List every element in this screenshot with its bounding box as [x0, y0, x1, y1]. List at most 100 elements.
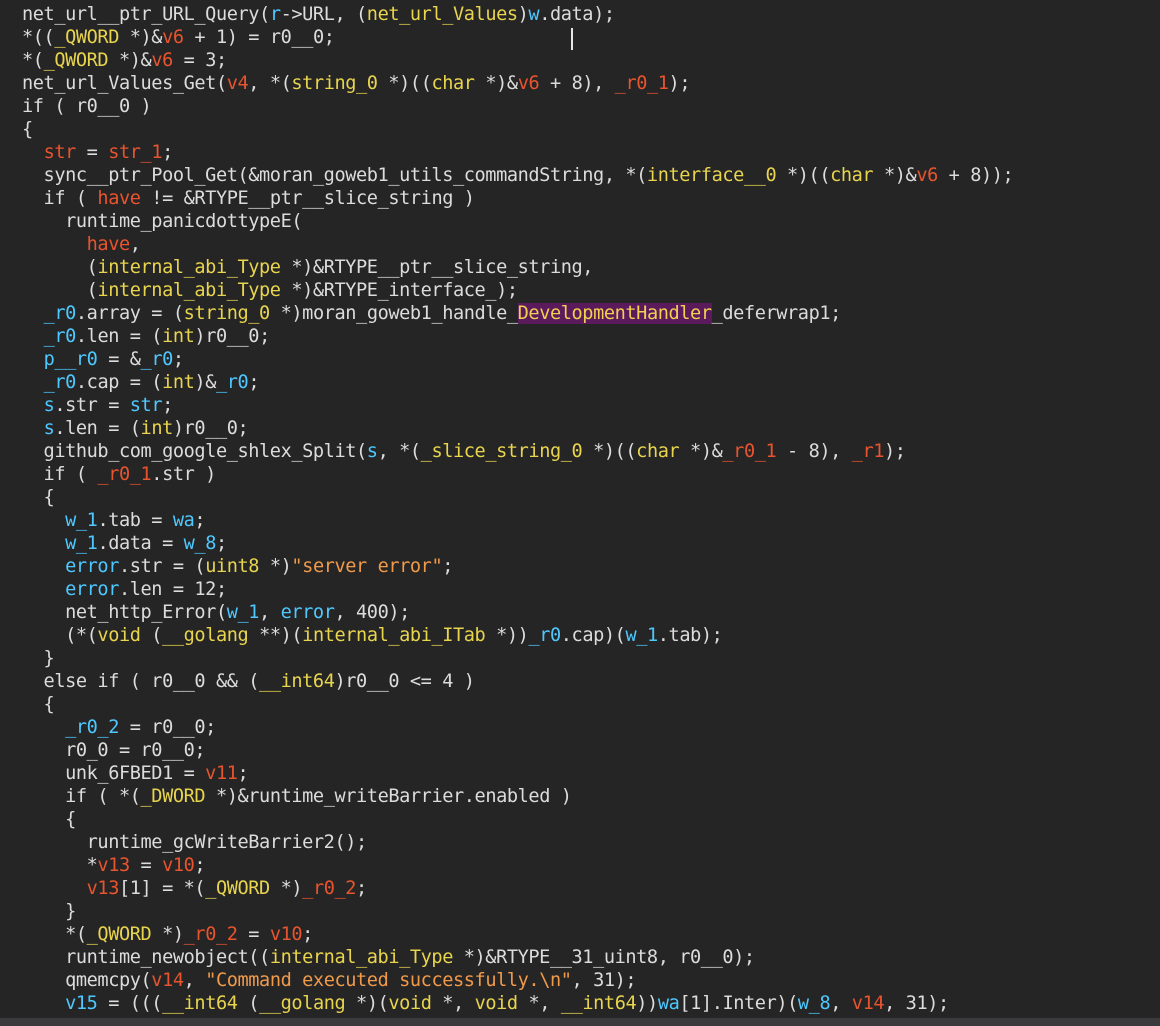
variable-token: error: [65, 579, 119, 600]
code-token: *,: [431, 993, 475, 1014]
code-token: )r0__0 <= 4 ): [334, 671, 475, 692]
argument-token: str_1: [108, 142, 163, 163]
variable-token: s: [366, 441, 378, 462]
pseudocode-editor[interactable]: net_url__ptr_URL_Query(r->URL, (net_url_…: [0, 0, 1160, 1026]
code-line[interactable]: *v13 = v10;: [0, 854, 1160, 877]
code-line[interactable]: _r0.cap = (int)&_r0;: [0, 371, 1160, 394]
code-token: (: [22, 257, 98, 278]
code-line[interactable]: *(_QWORD *)_r0_2 = v10;: [0, 923, 1160, 946]
code-line[interactable]: v15 = (((__int64 (__golang *)(void *, vo…: [0, 992, 1160, 1015]
code-line[interactable]: *(_QWORD *)&v6 = 3;: [0, 49, 1160, 72]
code-line[interactable]: }: [0, 647, 1160, 670]
code-line[interactable]: if ( r0__0 ): [0, 95, 1160, 118]
code-token: [1].Inter)(: [679, 993, 798, 1014]
code-line[interactable]: {: [0, 693, 1160, 716]
code-token: + 8));: [937, 165, 1014, 186]
code-line[interactable]: net_http_Error(w_1, error, 400);: [0, 601, 1160, 624]
code-line[interactable]: error.len = 12;: [0, 578, 1160, 601]
code-token: *)): [485, 625, 529, 646]
code-line[interactable]: net_url__ptr_URL_Query(r->URL, (net_url_…: [0, 3, 1160, 26]
code-token: .tab =: [97, 510, 173, 531]
code-line[interactable]: w_1.tab = wa;: [0, 509, 1160, 532]
code-token: *(: [22, 924, 87, 945]
code-line[interactable]: unk_6FBED1 = v11;: [0, 762, 1160, 785]
code-token: .str ): [151, 464, 216, 485]
code-line[interactable]: *((_QWORD *)&v6 + 1) = r0__0;: [0, 26, 1160, 49]
code-line[interactable]: p__r0 = &_r0;: [0, 348, 1160, 371]
code-token: =: [129, 855, 163, 876]
code-line[interactable]: qmemcpy(v14, "Command executed successfu…: [0, 969, 1160, 992]
code-line[interactable]: runtime_newobject((internal_abi_Type *)&…: [0, 946, 1160, 969]
horizontal-scrollbar[interactable]: [0, 1018, 1160, 1026]
code-token: {: [22, 694, 55, 715]
code-line[interactable]: if ( have != &RTYPE__ptr__slice_string ): [0, 187, 1160, 210]
type-token: _slice_string_0: [420, 441, 583, 462]
code-token: runtime_gcWriteBarrier2();: [22, 832, 368, 853]
variable-token: w_1: [625, 625, 658, 646]
code-line[interactable]: {: [0, 118, 1160, 141]
code-line[interactable]: {: [0, 486, 1160, 509]
code-token: *): [151, 924, 184, 945]
code-token: *)&: [679, 441, 723, 462]
code-line[interactable]: s.len = (int)r0__0;: [0, 417, 1160, 440]
argument-token: v4: [226, 73, 249, 94]
code-token: *)&: [108, 50, 152, 71]
code-token: ,: [129, 234, 141, 255]
variable-token: s: [43, 418, 55, 439]
variable-token: wa: [657, 993, 680, 1014]
code-line[interactable]: str = str_1;: [0, 141, 1160, 164]
type-token: __int64: [162, 993, 238, 1014]
code-line[interactable]: else if ( r0__0 && (__int64)r0__0 <= 4 ): [0, 670, 1160, 693]
type-token: string_0: [291, 73, 378, 94]
variable-token: _r0: [43, 372, 77, 393]
code-area[interactable]: net_url__ptr_URL_Query(r->URL, (net_url_…: [0, 3, 1160, 1015]
code-line[interactable]: error.str = (uint8 *)"server error";: [0, 555, 1160, 578]
argument-token: v13: [86, 878, 120, 899]
code-line[interactable]: _r0.array = (string_0 *)moran_goweb1_han…: [0, 302, 1160, 325]
code-line[interactable]: _r0_2 = r0__0;: [0, 716, 1160, 739]
code-line[interactable]: have,: [0, 233, 1160, 256]
code-token: *)((: [776, 165, 831, 186]
code-line[interactable]: s.str = str;: [0, 394, 1160, 417]
code-line[interactable]: w_1.data = w_8;: [0, 532, 1160, 555]
code-line[interactable]: github_com_google_shlex_Split(s, *(_slic…: [0, 440, 1160, 463]
code-token: ;: [162, 395, 173, 416]
argument-token: v13: [97, 855, 130, 876]
code-line[interactable]: (internal_abi_Type *)&RTYPE__ptr__slice_…: [0, 256, 1160, 279]
code-line[interactable]: (internal_abi_Type *)&RTYPE_interface_);: [0, 279, 1160, 302]
variable-token: r: [269, 4, 281, 25]
string-literal: "Command executed successfully.\n": [205, 970, 572, 991]
code-token: unk_6FBED1 =: [22, 763, 206, 784]
code-token: )&: [194, 372, 216, 393]
argument-token: _r0_1: [97, 464, 152, 485]
code-token: )r0__0;: [172, 418, 249, 439]
code-line[interactable]: }: [0, 900, 1160, 923]
type-token: void: [97, 625, 141, 646]
code-line[interactable]: sync__ptr_Pool_Get(&moran_goweb1_utils_c…: [0, 164, 1160, 187]
type-token: int: [162, 326, 195, 347]
code-line[interactable]: net_url_Values_Get(v4, *(string_0 *)((ch…: [0, 72, 1160, 95]
code-token: *)&RTYPE__ptr__slice_string,: [280, 257, 594, 278]
code-line[interactable]: {: [0, 808, 1160, 831]
type-token: interface__0: [646, 165, 777, 186]
code-line[interactable]: (*(void (__golang **)(internal_abi_ITab …: [0, 624, 1160, 647]
code-token: , 400);: [334, 602, 410, 623]
argument-token: v6: [151, 50, 173, 71]
code-token: .tab);: [657, 625, 723, 646]
code-line[interactable]: _r0.len = (int)r0__0;: [0, 325, 1160, 348]
code-line[interactable]: if ( *(_DWORD *)&runtime_writeBarrier.en…: [0, 785, 1160, 808]
argument-token: str: [43, 142, 77, 163]
string-literal: "server error": [291, 556, 443, 577]
code-token: ;: [302, 924, 313, 945]
argument-token: v14: [851, 993, 885, 1014]
type-token: net_url_Values: [366, 4, 518, 25]
code-line[interactable]: r0_0 = r0__0;: [0, 739, 1160, 762]
code-token: _deferwrap1;: [711, 303, 842, 324]
code-line[interactable]: if ( _r0_1.str ): [0, 463, 1160, 486]
code-line[interactable]: runtime_panicdottypeE(: [0, 210, 1160, 233]
code-token: *)moran_goweb1_handle_: [269, 303, 518, 324]
code-line[interactable]: runtime_gcWriteBarrier2();: [0, 831, 1160, 854]
code-line[interactable]: v13[1] = *(_QWORD *)_r0_2;: [0, 877, 1160, 900]
code-token: net_http_Error(: [22, 602, 227, 623]
